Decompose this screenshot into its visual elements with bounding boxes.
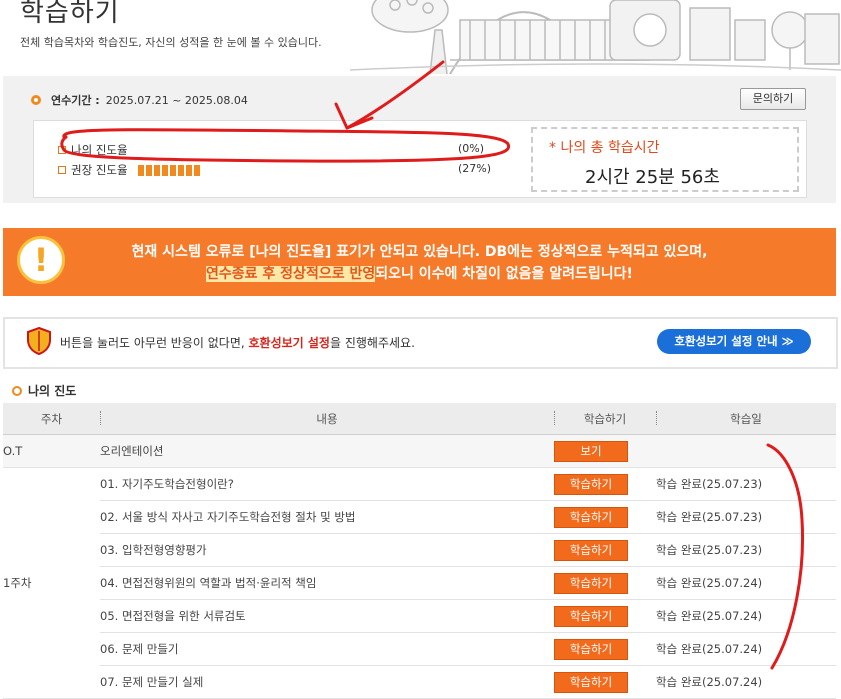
- column-header-week: 주차: [3, 403, 100, 435]
- study-time-label: * 나의 총 학습시간: [549, 140, 660, 156]
- page-title: 학습하기: [20, 0, 120, 28]
- course-period: 연수기간 : 2025.07.21 ~ 2025.08.04: [31, 92, 248, 108]
- compatibility-highlight: 호환성보기 설정: [248, 336, 330, 350]
- progress-bar-segment: [145, 164, 152, 176]
- progress-bar-segment: [185, 164, 192, 176]
- course-period-label: 연수기간 :: [51, 94, 100, 107]
- notice-highlight: 연수종료 후 정상적으로 반영: [206, 266, 376, 282]
- date-cell: 학습 완료(25.07.24): [656, 599, 836, 633]
- notice-line-2: 연수종료 후 정상적으로 반영되오니 이수에 차질이 없음을 알려드립니다!: [3, 263, 836, 283]
- date-cell: 학습 완료(25.07.24): [656, 632, 836, 666]
- square-bullet-icon: [58, 146, 66, 154]
- date-cell: 학습 완료(25.07.24): [656, 566, 836, 600]
- progress-box: 나의 진도율 (0%) 권장 진도율 (27%) * 나의 총 학습시간 2시간…: [33, 120, 807, 198]
- recommended-progress-label: 권장 진도율: [71, 163, 128, 177]
- progress-bar-segment: [137, 164, 144, 176]
- content-cell: 06. 문제 만들기: [100, 632, 554, 666]
- content-cell: 04. 면접전형위원의 역할과 법적·윤리적 책임: [100, 566, 554, 600]
- my-progress-label: 나의 진도율: [71, 143, 128, 157]
- table-row: 1주차 01. 자기주도학습전형이란? 학습하기 학습 완료(25.07.23): [3, 467, 836, 699]
- column-header-content: 내용: [100, 403, 554, 435]
- my-progress-row: 나의 진도율: [58, 142, 128, 158]
- content-cell: 01. 자기주도학습전형이란?: [100, 467, 554, 501]
- compatibility-notice: 버튼을 눌러도 아무런 반응이 없다면, 호환성보기 설정을 진행해주세요. 호…: [3, 317, 838, 369]
- study-button[interactable]: 학습하기: [554, 473, 628, 495]
- notice-line-1: 현재 시스템 오류로 [나의 진도율] 표기가 안되고 있습니다. DB에는 정…: [131, 244, 708, 260]
- week-cell: O.T: [3, 434, 100, 468]
- page-subtitle: 전체 학습목차와 학습진도, 자신의 성적을 한 눈에 볼 수 있습니다.: [20, 36, 322, 49]
- content-cell: 07. 문제 만들기 실제: [100, 665, 554, 699]
- recommended-progress-bar: [137, 164, 202, 176]
- date-cell: [656, 434, 836, 468]
- table-row: 07. 문제 만들기 실제 학습하기 학습 완료(25.07.24): [3, 665, 836, 699]
- recommended-progress-row: 권장 진도율: [58, 162, 202, 178]
- recommended-progress-value: (27%): [458, 162, 492, 175]
- my-progress-value: (0%): [458, 142, 485, 155]
- study-time-box: * 나의 총 학습시간 2시간 25분 56초: [531, 127, 799, 192]
- compatibility-guide-button[interactable]: 호환성보기 설정 안내 ≫: [657, 329, 811, 354]
- study-button[interactable]: 학습하기: [554, 539, 628, 561]
- study-button[interactable]: 학습하기: [554, 572, 628, 594]
- table-row: O.T 오리엔테이션 보기: [3, 434, 836, 468]
- header-illustration: [350, 0, 841, 74]
- date-cell: 학습 완료(25.07.23): [656, 500, 836, 534]
- course-period-panel: 연수기간 : 2025.07.21 ~ 2025.08.04 문의하기 나의 진…: [3, 76, 836, 203]
- date-cell: 학습 완료(25.07.24): [656, 665, 836, 699]
- content-cell: 오리엔테이션: [100, 434, 554, 468]
- study-button[interactable]: 학습하기: [554, 638, 628, 660]
- progress-bar-segment: [161, 164, 168, 176]
- progress-bar-segment: [177, 164, 184, 176]
- progress-table: 주차 내용 학습하기 학습일 O.T 오리엔테이션 보기 1주차 01. 자기주…: [3, 403, 836, 699]
- date-cell: 학습 완료(25.07.23): [656, 533, 836, 567]
- table-row: 02. 서울 방식 자사고 자기주도학습전형 절차 및 방법 학습하기 학습 완…: [3, 500, 836, 534]
- table-row: 04. 면접전형위원의 역할과 법적·윤리적 책임 학습하기 학습 완료(25.…: [3, 566, 836, 600]
- table-row: 06. 문제 만들기 학습하기 학습 완료(25.07.24): [3, 632, 836, 666]
- table-row: 05. 면접전형을 위한 서류검토 학습하기 학습 완료(25.07.24): [3, 599, 836, 633]
- page-header: 학습하기 전체 학습목차와 학습진도, 자신의 성적을 한 눈에 볼 수 있습니…: [0, 0, 841, 74]
- study-button[interactable]: 학습하기: [554, 605, 628, 627]
- compatibility-text: 버튼을 눌러도 아무런 반응이 없다면, 호환성보기 설정을 진행해주세요.: [60, 336, 415, 350]
- ring-bullet-icon: [12, 385, 22, 396]
- column-header-action: 학습하기: [554, 403, 656, 435]
- my-progress-section-title: 나의 진도: [12, 382, 76, 399]
- course-period-value: 2025.07.21 ~ 2025.08.04: [105, 93, 248, 107]
- content-cell: 02. 서울 방식 자사고 자기주도학습전형 절차 및 방법: [100, 500, 554, 534]
- progress-bar-segment: [193, 164, 200, 176]
- bullet-icon: [31, 95, 41, 105]
- view-button[interactable]: 보기: [554, 440, 628, 462]
- date-cell: 학습 완료(25.07.23): [656, 467, 836, 501]
- study-time-value: 2시간 25분 56초: [585, 167, 720, 188]
- study-button[interactable]: 학습하기: [554, 506, 628, 528]
- table-row: 03. 입학전형영향평가 학습하기 학습 완료(25.07.23): [3, 533, 836, 567]
- shield-icon: [27, 327, 51, 355]
- study-button[interactable]: 학습하기: [554, 671, 628, 693]
- column-header-date: 학습일: [656, 403, 836, 435]
- square-bullet-icon: [58, 166, 66, 174]
- progress-bar-segment: [153, 164, 160, 176]
- inquiry-button[interactable]: 문의하기: [740, 88, 806, 110]
- progress-bar-segment: [169, 164, 176, 176]
- week-cell: 1주차: [3, 467, 100, 699]
- notice-line-2-rest: 되오니 이수에 차질이 없음을 알려드립니다!: [375, 266, 633, 282]
- content-cell: 03. 입학전형영향평가: [100, 533, 554, 567]
- system-error-notice: ! 현재 시스템 오류로 [나의 진도율] 표기가 안되고 있습니다. DB에는…: [3, 228, 836, 296]
- content-cell: 05. 면접전형을 위한 서류검토: [100, 599, 554, 633]
